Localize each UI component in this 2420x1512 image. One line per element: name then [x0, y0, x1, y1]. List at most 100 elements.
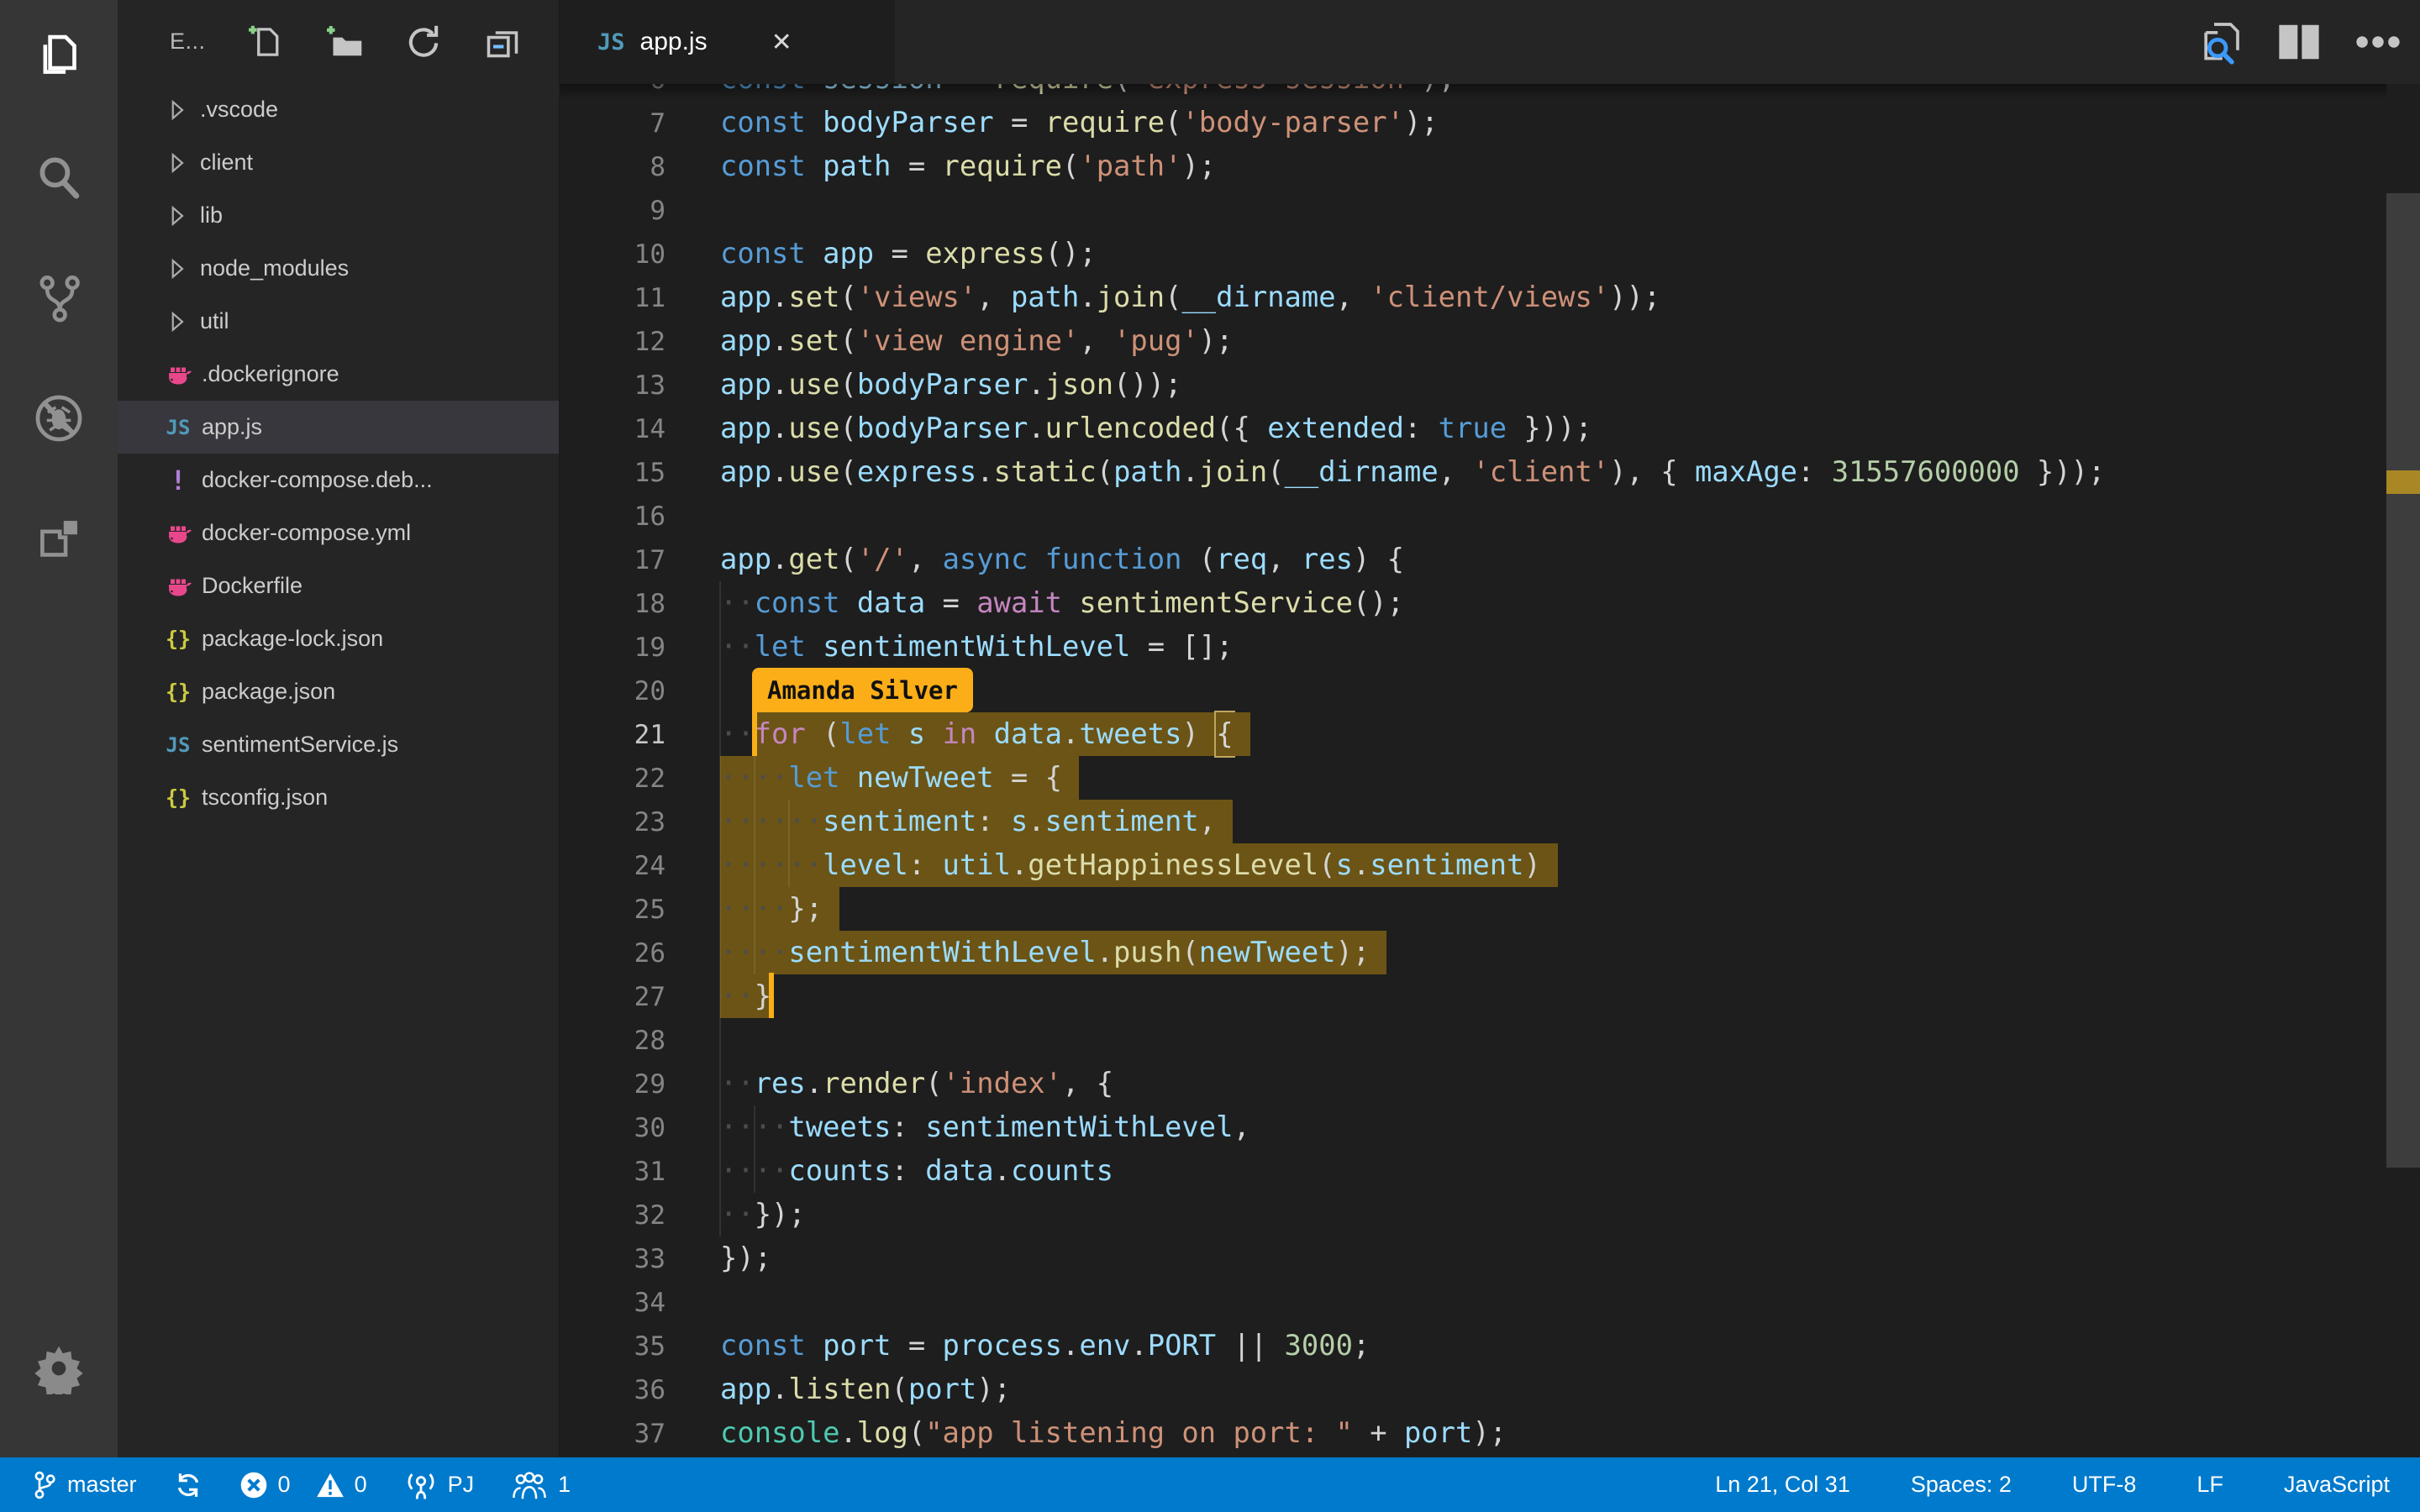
code-line-13[interactable]: 13app.use(bodyParser.json()); — [560, 363, 2386, 407]
selection-overview-marker — [2386, 470, 2420, 494]
code-line-12[interactable]: 12app.set('view engine', 'pug'); — [560, 319, 2386, 363]
close-icon[interactable]: ✕ — [771, 28, 792, 57]
indentation-item[interactable]: Spaces: 2 — [1911, 1472, 2012, 1498]
collapse-all-icon[interactable] — [483, 23, 522, 61]
split-editor-icon[interactable] — [2275, 18, 2323, 66]
tree-item-dockerfile[interactable]: Dockerfile — [118, 559, 559, 612]
code-token: || — [1216, 1329, 1284, 1362]
cursor-position-item[interactable]: Ln 21, Col 31 — [1715, 1472, 1850, 1498]
live-share-item[interactable]: PJ — [404, 1468, 475, 1502]
code-token: use — [788, 412, 839, 444]
tree-item-client[interactable]: client — [118, 136, 559, 189]
code-line-7[interactable]: 7const bodyParser = require('body-parser… — [560, 101, 2386, 144]
code-line-16[interactable]: 16 — [560, 494, 2386, 538]
tree-item-sentimentservice-js[interactable]: JSsentimentService.js — [118, 718, 559, 771]
tree-item-tsconfig-json[interactable]: {}tsconfig.json — [118, 771, 559, 824]
activity-explorer-button[interactable] — [32, 30, 86, 84]
code-line-25[interactable]: 25····}; — [560, 887, 2386, 931]
code-token: sentimentWithLevel — [788, 931, 1096, 974]
code-line-17[interactable]: 17app.get('/', async function (req, res)… — [560, 538, 2386, 581]
code-line-8[interactable]: 8const path = require('path'); — [560, 144, 2386, 188]
sync-button[interactable] — [174, 1471, 203, 1499]
language-mode-item[interactable]: JavaScript — [2284, 1472, 2390, 1498]
code-line-30[interactable]: 30····tweets: sentimentWithLevel, — [560, 1105, 2386, 1149]
code-line-15[interactable]: 15app.use(express.static(path.join(__dir… — [560, 450, 2386, 494]
code-line-22[interactable]: 22····let newTweet = { — [560, 756, 2386, 800]
tab-app-js[interactable]: JS app.js ✕ — [560, 0, 895, 84]
code-line-26[interactable]: 26····sentimentWithLevel.push(newTweet); — [560, 931, 2386, 974]
git-branch-item[interactable]: master — [32, 1470, 137, 1500]
tree-item-docker-compose-deb-[interactable]: !docker-compose.deb... — [118, 454, 559, 507]
code-line-10[interactable]: 10const app = express(); — [560, 232, 2386, 276]
activity-debug-button[interactable] — [32, 393, 86, 447]
tree-item-label: .dockerignore — [202, 361, 339, 387]
new-folder-button[interactable] — [325, 23, 364, 61]
code-line-37[interactable]: 37console.log("app listening on port: " … — [560, 1411, 2386, 1455]
code-line-34[interactable]: 34 — [560, 1280, 2386, 1324]
code-token: await — [976, 586, 1062, 619]
code-line-33[interactable]: 33}); — [560, 1236, 2386, 1280]
explorer-sidebar: E... .vscodeclientlibnode_modulesutil.do… — [118, 0, 560, 1457]
code-token: const — [720, 150, 806, 182]
code-token — [1062, 586, 1079, 619]
settings-button[interactable] — [32, 1343, 86, 1397]
problems-item[interactable]: 0 0 — [239, 1471, 367, 1499]
tree-item-package-lock-json[interactable]: {}package-lock.json — [118, 612, 559, 665]
participants-item[interactable]: 1 — [511, 1470, 571, 1500]
tree-item-app-js[interactable]: JSapp.js — [118, 401, 559, 454]
refresh-icon[interactable] — [404, 23, 443, 61]
scrollbar-slider[interactable] — [2386, 193, 2420, 1168]
code-token: ( — [839, 368, 856, 401]
code-line-27[interactable]: 27··} — [560, 974, 2386, 1018]
tree-item-util[interactable]: util — [118, 295, 559, 348]
editor-scrollbar[interactable] — [2386, 0, 2420, 1457]
code-line-28[interactable]: 28 — [560, 1018, 2386, 1062]
code-line-29[interactable]: 29··res.render('index', { — [560, 1062, 2386, 1105]
code-token: = — [892, 150, 943, 182]
code-token: ······ — [720, 800, 823, 843]
code-token: require — [943, 150, 1062, 182]
code-line-35[interactable]: 35const port = process.env.PORT || 3000; — [560, 1324, 2386, 1368]
tree-item-package-json[interactable]: {}package.json — [118, 665, 559, 718]
selection-extension — [823, 887, 839, 931]
code-token: app — [720, 412, 771, 444]
code-token: ) — [1181, 712, 1216, 756]
code-line-9[interactable]: 9 — [560, 188, 2386, 232]
code-line-19[interactable]: 19··let sentimentWithLevel = []; — [560, 625, 2386, 669]
tree-item-docker-compose-yml[interactable]: docker-compose.yml — [118, 507, 559, 559]
code-token: ( — [1318, 843, 1335, 887]
code-token: (); — [1045, 237, 1097, 270]
code-line-14[interactable]: 14app.use(bodyParser.urlencoded({ extend… — [560, 407, 2386, 450]
code-token: ), { — [1609, 455, 1695, 488]
tree-item-label: package.json — [202, 679, 335, 705]
code-token: ·· — [720, 974, 755, 1018]
code-token: 'view engine' — [857, 324, 1080, 357]
activity-extensions-button[interactable] — [32, 514, 86, 568]
activity-search-button[interactable] — [32, 151, 86, 205]
code-line-31[interactable]: 31····counts: data.counts — [560, 1149, 2386, 1193]
tree-item-lib[interactable]: lib — [118, 189, 559, 242]
code-line-36[interactable]: 36app.listen(port); — [560, 1368, 2386, 1411]
code-line-32[interactable]: 32··}); — [560, 1193, 2386, 1236]
open-changes-icon[interactable] — [2196, 18, 2244, 66]
code-line-24[interactable]: 24······level: util.getHappinessLevel(s.… — [560, 843, 2386, 887]
encoding-item[interactable]: UTF-8 — [2072, 1472, 2137, 1498]
tree-item-label: tsconfig.json — [202, 785, 328, 811]
more-actions-icon[interactable] — [2354, 18, 2402, 66]
code-token: ); — [1472, 1416, 1507, 1449]
code-token: port — [823, 1329, 891, 1362]
code-token: (); — [1353, 586, 1404, 619]
git-branch-icon — [32, 1470, 57, 1500]
tree-item-node-modules[interactable]: node_modules — [118, 242, 559, 295]
error-count: 0 — [278, 1472, 291, 1498]
code-line-18[interactable]: 18··const data = await sentimentService(… — [560, 581, 2386, 625]
code-line-21[interactable]: 21··for (let s in data.tweets) { — [560, 712, 2386, 756]
tree-item--dockerignore[interactable]: .dockerignore — [118, 348, 559, 401]
tree-item--vscode[interactable]: .vscode — [118, 83, 559, 136]
activity-source-control-button[interactable] — [32, 272, 86, 326]
new-file-button[interactable] — [246, 23, 285, 61]
code-line-23[interactable]: 23······sentiment: s.sentiment, — [560, 800, 2386, 843]
eol-item[interactable]: LF — [2196, 1472, 2223, 1498]
code-line-11[interactable]: 11app.set('views', path.join(__dirname, … — [560, 276, 2386, 319]
code-token: const — [720, 1329, 806, 1362]
